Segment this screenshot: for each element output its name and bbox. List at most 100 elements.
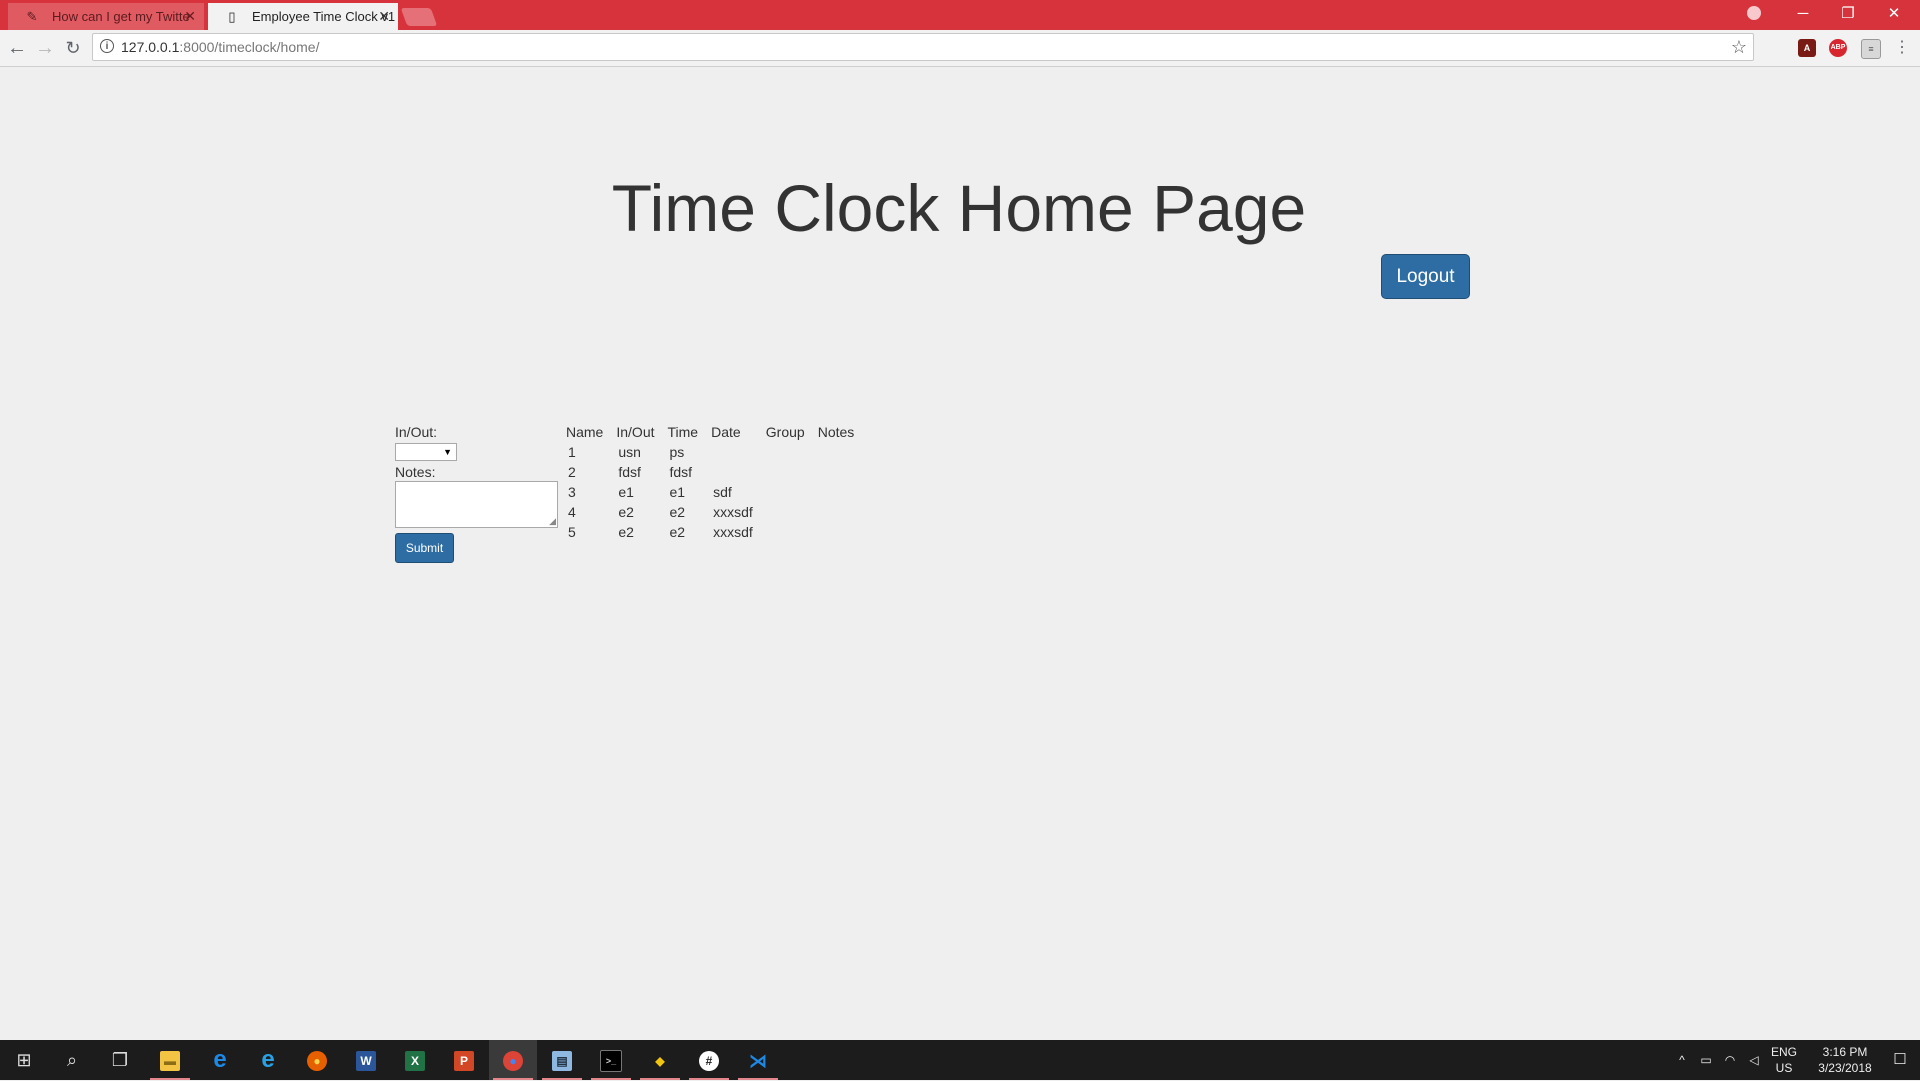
table-cell (818, 482, 868, 502)
table-cell (766, 482, 818, 502)
minimize-icon[interactable]: ─ (1781, 0, 1825, 30)
tab-title: How can I get my Twitte (52, 9, 190, 24)
region-code: US (1775, 1061, 1793, 1075)
close-tab-icon[interactable]: ✕ (184, 3, 196, 30)
submit-button[interactable]: Submit (395, 533, 454, 563)
twitter-favicon: ✎ (26, 9, 38, 24)
powerpoint-icon[interactable]: P (440, 1040, 488, 1080)
inout-select[interactable]: ▼ (395, 443, 457, 461)
column-header: In/Out (616, 424, 655, 440)
resize-grip-icon[interactable]: ◢ (549, 517, 556, 526)
table-row: 5 e2 e2 xxxsdf (566, 522, 867, 542)
git-icon[interactable]: ◆ (636, 1040, 684, 1080)
url-text: 127.0.0.1:8000/timeclock/home/ (121, 34, 319, 60)
table-cell: e2 (618, 504, 634, 520)
browser-toolbar: ← → ↻ i 127.0.0.1:8000/timeclock/home/ ☆… (0, 30, 1920, 67)
pdf-extension-icon[interactable]: A (1798, 39, 1816, 57)
slack-icon[interactable]: # (685, 1040, 733, 1080)
language-code: ENG (1770, 1045, 1797, 1059)
column-header: Date (711, 424, 741, 440)
column-header: Name (566, 424, 604, 440)
table-cell: 3 (568, 484, 576, 500)
ie-icon[interactable]: e (244, 1040, 292, 1080)
table-cell (818, 502, 868, 522)
table-cell: e1 (618, 484, 634, 500)
table-cell: e2 (669, 524, 686, 540)
adblock-icon[interactable]: ABP (1829, 39, 1847, 57)
table-cell: ps (669, 444, 685, 460)
windows-start-icon[interactable]: ⊞ (0, 1040, 48, 1080)
tab-twitter[interactable]: ✎ How can I get my Twitte ✕ (8, 3, 204, 30)
clock-time: 3:16 PM (1822, 1045, 1868, 1059)
windows-taskbar: ⊞ ⌕ ❐ ▬ e e ● W X P ● ▤ >_ ◆ # ⋊ ^ ▭ ◠ ◁… (0, 1040, 1920, 1080)
volume-muted-icon[interactable]: ◁ (1744, 1040, 1764, 1080)
edge-icon[interactable]: e (196, 1040, 244, 1080)
firefox-icon[interactable]: ● (293, 1040, 341, 1080)
table-cell (766, 522, 818, 542)
info-icon[interactable]: i (100, 39, 114, 53)
table-cell: xxxsdf (713, 504, 753, 520)
notepad-icon[interactable]: ▤ (538, 1040, 586, 1080)
table-cell: e2 (669, 504, 686, 520)
table-cell: 4 (568, 504, 576, 520)
table-cell (766, 462, 818, 482)
table-cell: usn (618, 444, 641, 460)
url-host: 127.0.0.1 (121, 39, 180, 55)
table-row: 2 fdsf fdsf (566, 462, 867, 482)
table-row: 1 usn ps (566, 442, 867, 462)
file-explorer-icon[interactable]: ▬ (146, 1040, 194, 1080)
page-title: Time Clock Home Page (0, 170, 1920, 246)
word-icon[interactable]: W (342, 1040, 390, 1080)
notes-label: Notes: (395, 464, 436, 480)
close-tab-icon[interactable]: ✕ (378, 3, 390, 30)
profile-icon[interactable] (1747, 6, 1761, 20)
wifi-icon[interactable]: ◠ (1720, 1040, 1740, 1080)
table-cell (818, 462, 868, 482)
task-view-icon[interactable]: ❐ (96, 1040, 144, 1080)
table-cell (818, 522, 868, 542)
table-cell (711, 442, 766, 462)
chrome-icon[interactable]: ● (489, 1040, 537, 1080)
table-cell (766, 442, 818, 462)
tab-title: Employee Time Clock v1 (252, 9, 396, 24)
table-cell: 1 (568, 444, 576, 460)
terminal-icon[interactable]: >_ (587, 1040, 635, 1080)
notes-textarea[interactable]: ◢ (395, 481, 558, 528)
time-log-table: Name In/Out Time Date Group Notes 1 usn … (566, 422, 867, 542)
browser-title-bar: ✎ How can I get my Twitte ✕ ▯ Employee T… (0, 0, 1920, 30)
language-indicator[interactable]: ENG US (1768, 1040, 1800, 1080)
tab-employee-time-clock[interactable]: ▯ Employee Time Clock v1 ✕ (208, 3, 398, 30)
menu-icon[interactable]: ⋮ (1889, 35, 1915, 61)
search-icon[interactable]: ⌕ (48, 1040, 96, 1080)
reload-icon[interactable]: ↻ (60, 35, 86, 61)
back-icon[interactable]: ← (4, 35, 30, 61)
table-cell: xxxsdf (713, 524, 753, 540)
address-bar[interactable]: i 127.0.0.1:8000/timeclock/home/ ☆ (92, 33, 1754, 61)
page-title-text: Time Clock Home Page (611, 171, 1307, 245)
table-cell: fdsf (618, 464, 641, 480)
close-window-icon[interactable]: ✕ (1872, 0, 1916, 30)
clock-date: 3/23/2018 (1818, 1061, 1872, 1075)
inout-label: In/Out: (395, 424, 438, 440)
table-cell: 5 (568, 524, 576, 540)
star-icon[interactable]: ☆ (1731, 34, 1747, 60)
table-row: 4 e2 e2 xxxsdf (566, 502, 867, 522)
table-cell (766, 502, 818, 522)
clock[interactable]: 3:16 PM 3/23/2018 (1810, 1040, 1880, 1080)
forward-icon[interactable]: → (32, 35, 58, 61)
table-cell (711, 462, 766, 482)
chevron-up-icon[interactable]: ^ (1672, 1040, 1692, 1080)
reader-icon[interactable]: ≡ (1861, 39, 1881, 59)
chevron-down-icon: ▼ (443, 447, 452, 457)
page-favicon: ▯ (228, 9, 236, 24)
column-header: Notes (817, 424, 855, 440)
battery-icon[interactable]: ▭ (1696, 1040, 1716, 1080)
restore-icon[interactable]: ❐ (1826, 0, 1870, 30)
notifications-icon[interactable]: ☐ (1880, 1040, 1920, 1080)
table-cell: fdsf (669, 464, 693, 480)
excel-icon[interactable]: X (391, 1040, 439, 1080)
vscode-icon[interactable]: ⋊ (734, 1040, 782, 1080)
column-header: Group (765, 424, 805, 440)
logout-button[interactable]: Logout (1381, 254, 1470, 299)
new-tab-button[interactable] (400, 8, 438, 26)
